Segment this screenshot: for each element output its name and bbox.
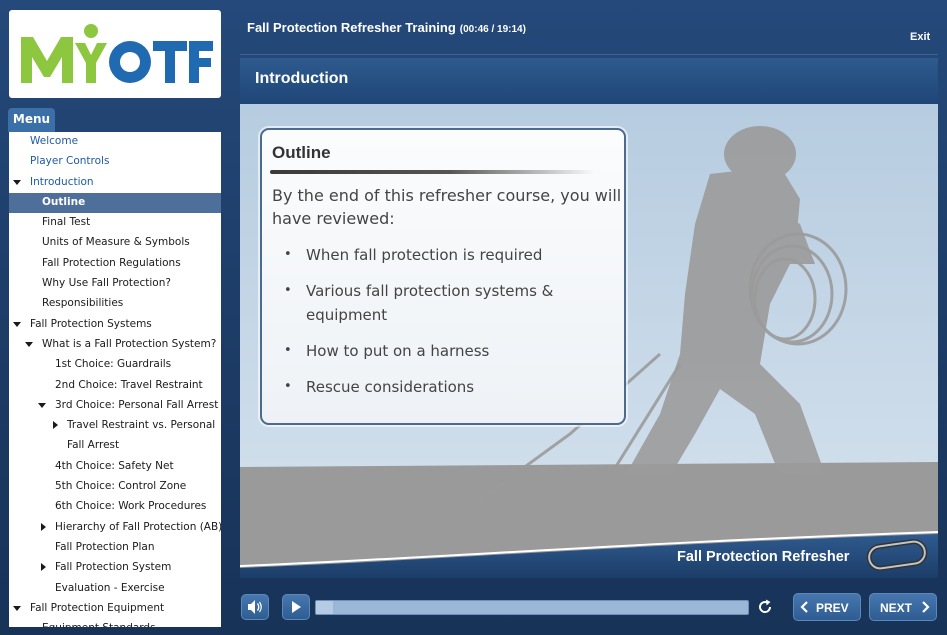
progress-fill xyxy=(316,601,334,614)
menu-item[interactable]: Final Test xyxy=(9,213,221,233)
menu-item[interactable]: Evaluation - Exercise xyxy=(9,579,221,599)
menu-item-label: Responsibilities xyxy=(42,297,124,310)
card-heading: Outline xyxy=(272,143,331,162)
card-intro-text: By the end of this refresher course, you… xyxy=(272,186,622,228)
menu-item[interactable]: Fall Protection Systems xyxy=(9,315,221,335)
caret-down-icon[interactable] xyxy=(13,179,21,185)
course-title: Fall Protection Refresher Training (00:46… xyxy=(247,20,526,35)
bullet-item: When fall protection is required xyxy=(284,243,614,267)
prev-label: PREV xyxy=(816,601,849,615)
menu-item-label: Outline xyxy=(42,195,86,208)
logo xyxy=(9,10,221,98)
menu-tab[interactable]: Menu xyxy=(8,108,55,132)
speaker-icon xyxy=(248,600,262,614)
menu-item-label: Fall Protection Plan xyxy=(55,540,155,553)
menu-item-label: 5th Choice: Control Zone xyxy=(55,480,187,493)
chevron-right-icon xyxy=(922,601,930,613)
bullet-item: How to put on a harness xyxy=(284,339,614,363)
myotf-logo-icon xyxy=(21,24,213,83)
play-button[interactable] xyxy=(282,594,310,620)
menu-item[interactable]: Outline xyxy=(9,192,221,214)
menu-item[interactable]: Travel Restraint vs. Personal xyxy=(9,416,221,436)
chevron-left-icon xyxy=(800,601,808,613)
menu-item-label: Fall Protection Systems xyxy=(30,317,152,330)
menu-item[interactable]: Player Controls xyxy=(9,152,221,172)
menu-item[interactable]: Introduction xyxy=(9,173,221,193)
menu-item[interactable]: Fall Protection System xyxy=(9,558,221,578)
menu-item-label: Final Test xyxy=(42,216,91,229)
menu-item[interactable]: Responsibilities xyxy=(9,294,221,314)
caret-right-icon[interactable] xyxy=(53,421,58,430)
menu-item-label: 2nd Choice: Travel Restraint xyxy=(55,378,203,391)
bullet-item: Rescue considerations xyxy=(284,375,614,399)
menu-item-label: Why Use Fall Protection? xyxy=(42,277,171,290)
menu-item-label: Fall Protection Equipment xyxy=(30,601,165,614)
menu-item-label: 3rd Choice: Personal Fall Arrest xyxy=(55,398,219,411)
bullet-item: Various fall protection systems & equipm… xyxy=(284,279,614,327)
next-button[interactable]: NEXT xyxy=(869,593,937,621)
caret-down-icon[interactable] xyxy=(38,402,46,408)
menu-item-label: Hierarchy of Fall Protection (AB) xyxy=(55,520,221,533)
caret-down-icon[interactable] xyxy=(25,341,33,347)
menu-item[interactable]: Why Use Fall Protection? xyxy=(9,274,221,294)
menu-item[interactable]: 3rd Choice: Personal Fall Arrest xyxy=(9,396,221,416)
slide-footer-title: Fall Protection Refresher xyxy=(677,549,850,565)
menu-item-label: Player Controls xyxy=(30,155,110,168)
menu-item-label: Units of Measure & Symbols xyxy=(42,236,190,249)
course-time: (00:46 / 19:14) xyxy=(459,24,526,35)
slide-area: Introduction Fall Protection Refresher O… xyxy=(240,58,938,578)
caret-down-icon[interactable] xyxy=(13,321,21,327)
outline-bullet-list: When fall protection is required Various… xyxy=(284,243,614,411)
menu-item-label: Travel Restraint vs. Personal xyxy=(67,419,216,432)
menu-item-label: 1st Choice: Guardrails xyxy=(55,358,172,371)
prev-button[interactable]: PREV xyxy=(793,593,861,621)
menu-item[interactable]: Welcome xyxy=(9,132,221,152)
volume-button[interactable] xyxy=(241,594,269,620)
menu-item[interactable]: 5th Choice: Control Zone xyxy=(9,477,221,497)
menu-item-label: Fall Protection Regulations xyxy=(42,256,181,269)
caret-right-icon[interactable] xyxy=(41,522,46,531)
menu-item-label: 6th Choice: Work Procedures xyxy=(55,500,207,513)
card-heading-underline xyxy=(270,170,595,174)
slide-title: Introduction xyxy=(255,70,349,87)
menu-item-label: What is a Fall Protection System? xyxy=(42,337,217,350)
progress-bar[interactable] xyxy=(315,600,749,615)
menu-list: Welcome Player Controls Introduction Outlin… xyxy=(9,132,221,627)
menu-item[interactable]: Equipment Standards xyxy=(9,619,221,627)
menu-item-label: Welcome xyxy=(30,135,79,147)
play-icon xyxy=(292,601,301,613)
header-divider xyxy=(240,54,938,55)
caret-down-icon[interactable] xyxy=(13,605,21,611)
menu-item-label: 4th Choice: Safety Net xyxy=(55,459,174,472)
menu-item-label: Introduction xyxy=(30,175,94,188)
carabiner-icon xyxy=(866,539,928,571)
menu-item[interactable]: 4th Choice: Safety Net xyxy=(9,457,221,477)
menu-item[interactable]: Fall Protection Plan xyxy=(9,538,221,558)
course-title-text: Fall Protection Refresher Training xyxy=(247,20,456,35)
next-label: NEXT xyxy=(880,601,913,615)
menu-panel: Welcome Player Controls Introduction Outlin… xyxy=(9,132,221,627)
replay-icon[interactable] xyxy=(755,597,775,617)
menu-item[interactable]: 6th Choice: Work Procedures xyxy=(9,497,221,517)
outline-card: Outline By the end of this refresher cou… xyxy=(260,128,626,425)
menu-item[interactable]: Fall Protection Equipment xyxy=(9,599,221,619)
menu-item-label: Evaluation - Exercise xyxy=(55,581,165,594)
menu-item[interactable]: 2nd Choice: Travel Restraint xyxy=(9,376,221,396)
exit-link[interactable]: Exit xyxy=(910,31,930,43)
menu-item[interactable]: Hierarchy of Fall Protection (AB) xyxy=(9,518,221,538)
menu-item[interactable]: What is a Fall Protection System? xyxy=(9,335,221,355)
player-window: Menu Welcome Player Controls Introduction O… xyxy=(0,0,947,635)
menu-item[interactable]: Units of Measure & Symbols xyxy=(9,233,221,253)
menu-item[interactable]: Fall Protection Regulations xyxy=(9,254,221,274)
menu-item-label: Equipment Standards xyxy=(42,622,156,627)
menu-item[interactable]: 1st Choice: Guardrails xyxy=(9,355,221,375)
menu-item[interactable]: Fall Arrest xyxy=(9,436,221,456)
menu-item-label: Fall Protection System xyxy=(55,561,172,574)
caret-right-icon[interactable] xyxy=(41,563,46,572)
menu-item-label: Fall Arrest xyxy=(67,439,120,452)
slide-header: Introduction xyxy=(240,58,938,104)
